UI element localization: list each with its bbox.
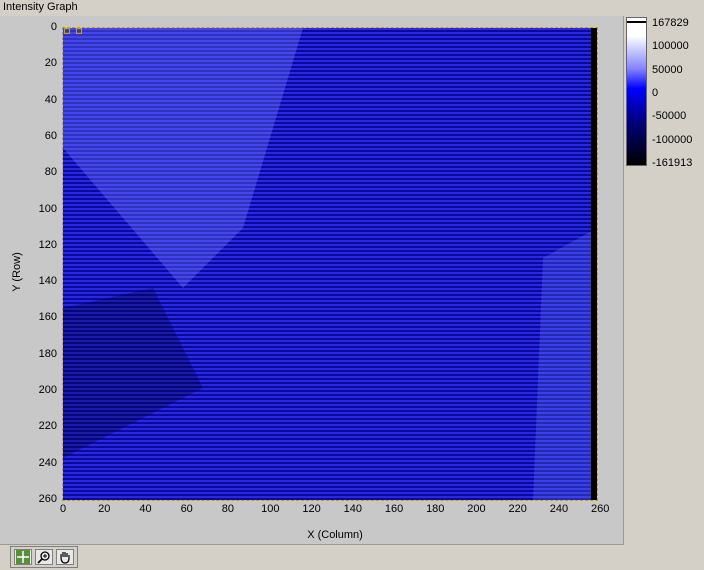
color-ramp	[627, 18, 646, 165]
x-tick-label: 260	[591, 503, 610, 515]
graph-title: Intensity Graph	[3, 1, 78, 13]
intensity-image	[63, 28, 597, 500]
pan-tool-button[interactable]	[56, 549, 74, 565]
intensity-plot[interactable]	[63, 28, 597, 500]
zoom-tool-button[interactable]	[35, 549, 53, 565]
x-tick-label: 160	[384, 503, 404, 515]
scale-label: 50000	[652, 63, 683, 76]
y-axis-label: Y (Row)	[11, 252, 23, 292]
scale-min-marker[interactable]	[627, 159, 646, 161]
cursor-tool-button[interactable]	[14, 549, 32, 565]
scale-label: 0	[652, 87, 659, 99]
x-tick-label: 240	[549, 503, 569, 515]
x-tick-label: 100	[261, 503, 280, 515]
x-axis-label: X (Column)	[307, 529, 363, 541]
hand-icon	[60, 552, 70, 564]
y-tick-label: 20	[44, 57, 57, 70]
y-tick-label: 140	[38, 275, 57, 288]
scale-label: 100000	[652, 40, 689, 53]
scale-label: -161913	[652, 157, 693, 169]
y-tick-label: 240	[38, 456, 57, 469]
cursor-marker[interactable]	[64, 28, 70, 34]
scale-label: -50000	[652, 110, 687, 123]
magnifier-icon	[37, 551, 50, 564]
y-tick-label: 160	[38, 311, 57, 324]
crosshair-icon	[16, 550, 30, 564]
x-tick-label: 80	[221, 503, 235, 515]
x-tick-label: 60	[180, 503, 193, 515]
graph-palette-toolbar	[10, 546, 78, 568]
x-tick-label: 180	[426, 503, 445, 515]
x-tick-label: 40	[139, 503, 152, 515]
x-tick-label: 220	[508, 503, 527, 515]
y-tick-label: 40	[44, 93, 57, 106]
color-scale-bar[interactable]	[626, 17, 647, 166]
x-tick-label: 140	[343, 503, 362, 515]
y-tick-label: 80	[44, 166, 57, 179]
y-tick-label: 100	[38, 202, 57, 215]
y-tick-label: 120	[38, 238, 57, 251]
scale-label: -100000	[652, 133, 693, 146]
scale-max-marker[interactable]	[627, 21, 646, 23]
x-tick-label: 200	[467, 503, 486, 515]
y-tick-label: 260	[38, 493, 57, 505]
y-tick-label: 60	[44, 129, 57, 142]
cursor-marker[interactable]	[76, 28, 82, 34]
x-tick-label: 20	[98, 503, 111, 515]
x-tick-label: 0	[59, 503, 67, 515]
y-tick-label: 220	[38, 420, 57, 433]
scale-label: 167829	[652, 17, 689, 29]
y-tick-label: 200	[38, 384, 57, 397]
x-tick-label: 120	[302, 503, 321, 515]
y-tick-label: 180	[38, 347, 57, 360]
y-tick-label: 0	[50, 21, 57, 33]
